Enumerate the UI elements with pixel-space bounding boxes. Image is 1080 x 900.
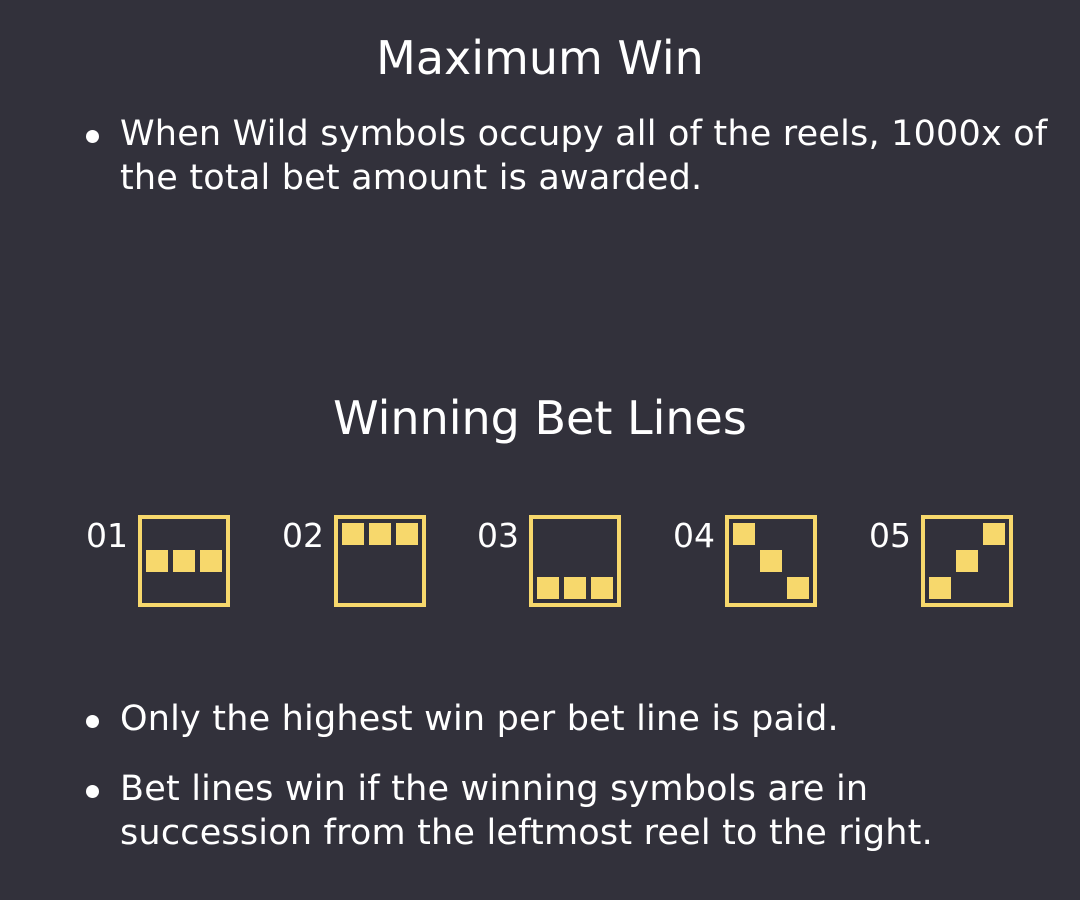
bullet-icon — [86, 785, 99, 798]
bet-line-symbol-cell — [342, 523, 364, 545]
bet-line-diagram — [921, 515, 1013, 607]
bet-line-symbol-cell — [591, 577, 613, 599]
bet-line-symbol-cell — [173, 550, 195, 572]
maximum-win-list: When Wild symbols occupy all of the reel… — [0, 112, 1080, 200]
bet-line-symbol-cell — [537, 577, 559, 599]
bet-line-symbol-cell — [369, 523, 391, 545]
bet-lines-text: Only the highest win per bet line is pai… — [120, 699, 839, 739]
bet-line-symbol-cell — [733, 523, 755, 545]
bet-line-diagram — [334, 515, 426, 607]
bet-line-diagram — [725, 515, 817, 607]
bullet-icon — [86, 130, 99, 143]
bet-line-symbol-cell — [983, 523, 1005, 545]
bet-line-symbol-cell — [956, 550, 978, 572]
bet-line-symbol-cell — [929, 577, 951, 599]
winning-bet-lines-heading: Winning Bet Lines — [333, 391, 747, 445]
bet-lines-row: 01 02 03 04 05 — [0, 512, 1080, 612]
bet-lines-text: Bet lines win if the winning symbols are… — [120, 769, 933, 853]
bullet-icon — [86, 715, 99, 728]
maximum-win-bullet: When Wild symbols occupy all of the reel… — [0, 112, 1080, 200]
bet-lines-bullet: Only the highest win per bet line is pai… — [0, 697, 1080, 741]
bet-line-number: 01 — [86, 516, 128, 555]
bet-line-number: 05 — [869, 516, 911, 555]
bet-lines-bullet: Bet lines win if the winning symbols are… — [0, 767, 1080, 855]
bet-line-symbol-cell — [564, 577, 586, 599]
bet-line-symbol-cell — [146, 550, 168, 572]
bet-line-number: 03 — [477, 516, 519, 555]
maximum-win-heading: Maximum Win — [376, 31, 704, 85]
bet-line-number: 04 — [673, 516, 715, 555]
bet-line-diagram — [529, 515, 621, 607]
bet-line-symbol-cell — [760, 550, 782, 572]
bet-line-symbol-cell — [200, 550, 222, 572]
bet-line-number: 02 — [282, 516, 324, 555]
bet-lines-list: Only the highest win per bet line is pai… — [0, 697, 1080, 855]
bet-line-diagram — [138, 515, 230, 607]
bet-line-symbol-cell — [787, 577, 809, 599]
maximum-win-text: When Wild symbols occupy all of the reel… — [120, 114, 1048, 198]
bet-line-symbol-cell — [396, 523, 418, 545]
